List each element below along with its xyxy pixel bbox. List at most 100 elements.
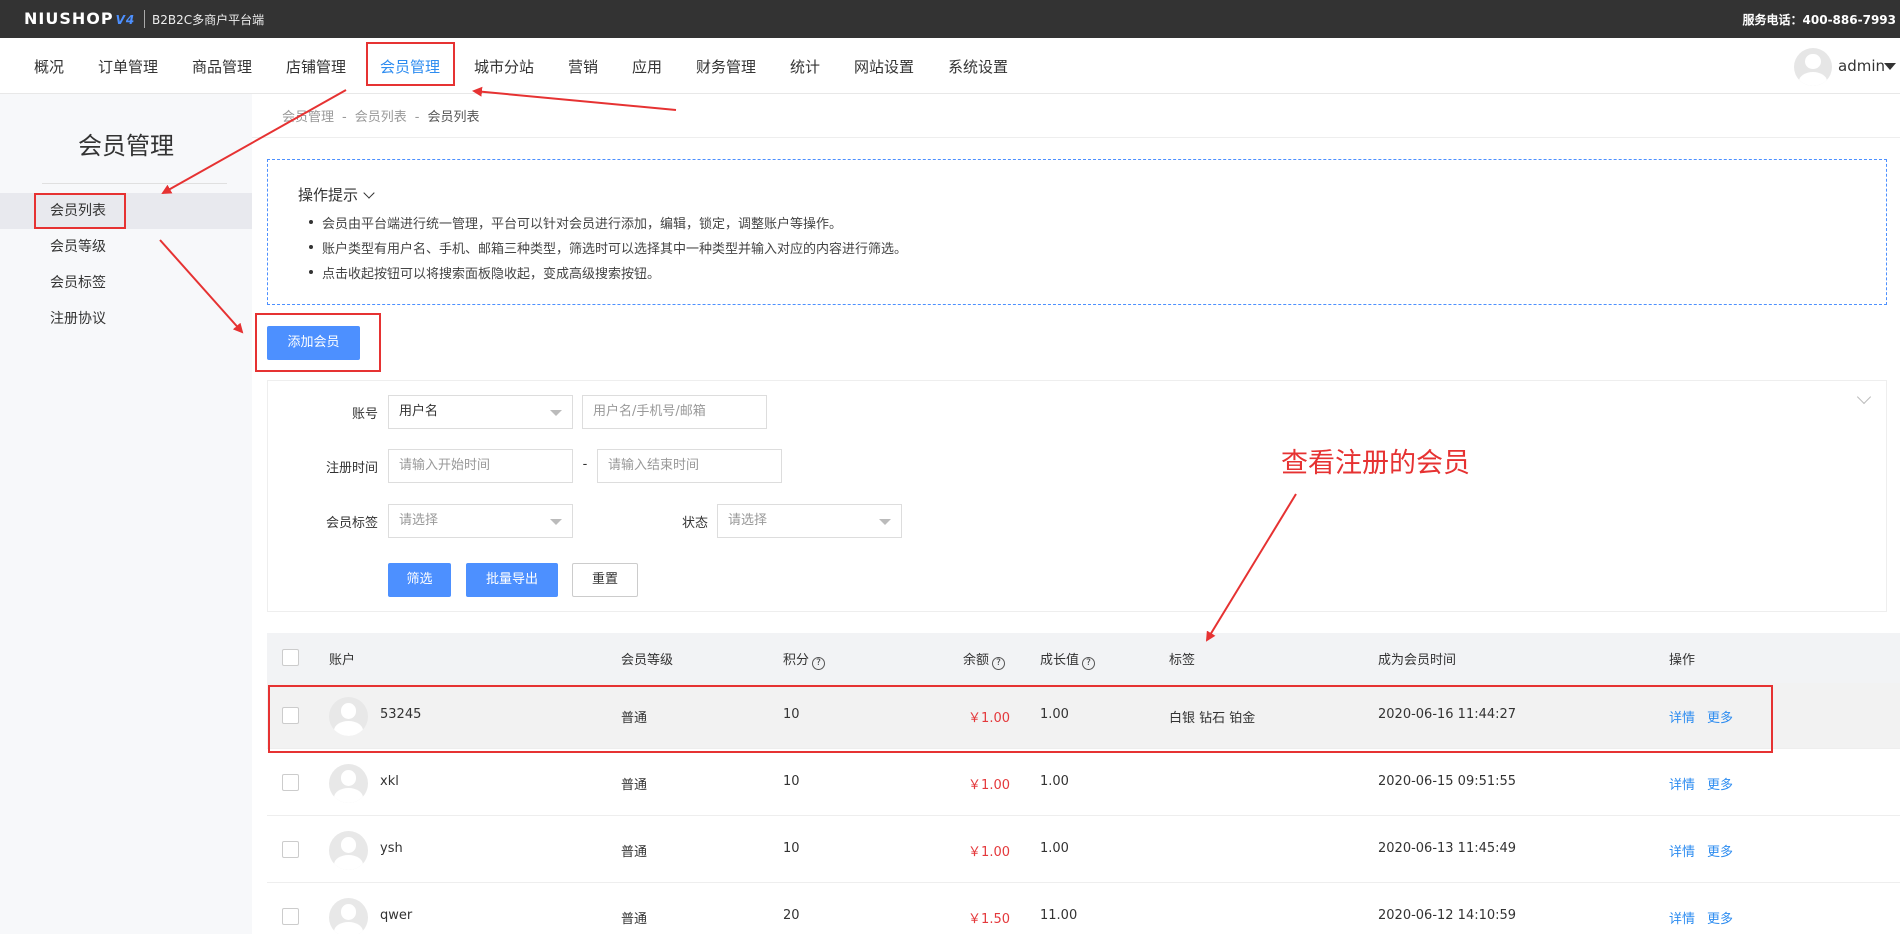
reset-button[interactable]: 重置	[572, 563, 638, 597]
cell-balance: ￥1.00	[968, 845, 1010, 860]
table-row: qwer 普通 20 ￥1.50 11.00 2020-06-12 14:10:…	[267, 884, 1900, 934]
annotation-box-nav	[366, 42, 455, 86]
register-time-label: 注册时间	[325, 461, 378, 476]
account-input[interactable]: 用户名/手机号/邮箱	[582, 395, 767, 429]
chevron-down-icon	[363, 187, 375, 199]
nav-goods[interactable]: 商品管理	[192, 56, 252, 77]
select-all-checkbox[interactable]	[282, 649, 299, 666]
nav-shops[interactable]: 店铺管理	[286, 56, 346, 77]
nav-finance[interactable]: 财务管理	[696, 56, 756, 77]
row-checkbox[interactable]	[282, 841, 299, 858]
nav-marketing[interactable]: 营销	[568, 56, 598, 77]
cell-join-time: 2020-06-13 11:45:49	[1378, 841, 1517, 856]
row-checkbox[interactable]	[282, 774, 299, 791]
nav-orders[interactable]: 订单管理	[98, 56, 158, 77]
tip-item: 账户类型有用户名、手机、邮箱三种类型，筛选时可以选择其中一种类型并输入对应的内容…	[308, 238, 907, 263]
th-actions: 操作	[1669, 653, 1696, 668]
nav-website-settings[interactable]: 网站设置	[854, 56, 914, 77]
th-balance: 余额?	[963, 649, 1006, 670]
more-link[interactable]: 更多	[1707, 841, 1733, 860]
table-row: xkl 普通 10 ￥1.00 1.00 2020-06-15 09:51:55…	[267, 750, 1900, 816]
help-icon[interactable]: ?	[1082, 657, 1096, 670]
cell-level: 普通	[621, 845, 648, 860]
caret-down-icon	[550, 410, 562, 416]
help-icon[interactable]: ?	[812, 657, 826, 670]
account-label: 账号	[351, 407, 378, 422]
th-level: 会员等级	[621, 653, 674, 668]
detail-link[interactable]: 详情	[1669, 908, 1695, 927]
annotation-box-add-button	[255, 313, 381, 372]
logo[interactable]: NIUSHOP V4	[24, 9, 135, 28]
nav-statistics[interactable]: 统计	[790, 56, 820, 77]
detail-link[interactable]: 详情	[1669, 841, 1695, 860]
cell-balance: ￥1.50	[968, 912, 1010, 927]
breadcrumb: 会员管理 - 会员列表 - 会员列表	[282, 110, 480, 125]
nav-overview[interactable]: 概况	[34, 56, 64, 77]
cell-account: qwer	[380, 908, 413, 923]
annotation-label: 查看注册的会员	[1281, 448, 1470, 479]
status-label: 状态	[681, 516, 708, 531]
avatar	[329, 831, 368, 870]
batch-export-button[interactable]: 批量导出	[466, 563, 558, 597]
member-tag-select[interactable]: 请选择	[388, 504, 573, 538]
avatar	[329, 898, 368, 934]
cell-points: 10	[783, 841, 800, 856]
breadcrumb-divider	[252, 137, 1900, 138]
end-time-input[interactable]: 请输入结束时间	[597, 449, 782, 483]
logo-divider	[144, 10, 145, 28]
caret-down-icon[interactable]	[1884, 63, 1896, 70]
breadcrumb-item[interactable]: 会员列表	[355, 110, 407, 125]
cell-growth: 1.00	[1040, 774, 1069, 789]
sidebar-title: 会员管理	[78, 132, 174, 160]
cell-account: xkl	[380, 774, 399, 789]
start-time-input[interactable]: 请输入开始时间	[388, 449, 573, 483]
th-tags: 标签	[1169, 653, 1196, 668]
th-join-time: 成为会员时间	[1378, 653, 1457, 668]
main-nav: 概况 订单管理 商品管理 店铺管理 会员管理 城市分站 营销 应用 财务管理 统…	[0, 38, 1900, 94]
cell-join-time: 2020-06-12 14:10:59	[1378, 908, 1517, 923]
cell-account: ysh	[380, 841, 403, 856]
cell-level: 普通	[621, 912, 648, 927]
more-link[interactable]: 更多	[1707, 774, 1733, 793]
operation-tips: 操作提示 会员由平台端进行统一管理，平台可以针对会员进行添加，编辑，锁定，调整账…	[267, 159, 1887, 305]
sidebar-item-member-level[interactable]: 会员等级	[0, 229, 252, 265]
cell-growth: 11.00	[1040, 908, 1078, 923]
filter-button[interactable]: 筛选	[388, 563, 451, 597]
nav-apps[interactable]: 应用	[632, 56, 662, 77]
platform-subtitle: B2B2C多商户平台端	[152, 13, 265, 27]
th-points: 积分?	[783, 649, 826, 670]
tip-item: 会员由平台端进行统一管理，平台可以针对会员进行添加，编辑，锁定，调整账户等操作。	[308, 213, 907, 238]
nav-system-settings[interactable]: 系统设置	[948, 56, 1008, 77]
cell-join-time: 2020-06-15 09:51:55	[1378, 774, 1517, 789]
top-bar: NIUSHOP V4 B2B2C多商户平台端 服务电话：400-886-7993	[0, 0, 1900, 38]
caret-down-icon	[550, 519, 562, 525]
more-link[interactable]: 更多	[1707, 908, 1733, 927]
tips-toggle[interactable]: 操作提示	[298, 184, 375, 205]
detail-link[interactable]: 详情	[1669, 774, 1695, 793]
service-phone: 服务电话：400-886-7993	[1742, 13, 1896, 27]
member-tag-label: 会员标签	[325, 516, 378, 531]
annotation-box-row	[268, 685, 1773, 753]
breadcrumb-current: 会员列表	[427, 110, 480, 125]
annotation-box-sidebar	[34, 193, 126, 229]
th-growth: 成长值?	[1040, 649, 1096, 670]
range-separator: -	[582, 457, 588, 472]
table-row: ysh 普通 10 ￥1.00 1.00 2020-06-13 11:45:49…	[267, 817, 1900, 883]
cell-balance: ￥1.00	[968, 778, 1010, 793]
account-type-select[interactable]: 用户名	[388, 395, 573, 429]
status-select[interactable]: 请选择	[717, 504, 902, 538]
user-name[interactable]: admin	[1838, 57, 1885, 75]
sidebar-item-register-agreement[interactable]: 注册协议	[0, 301, 252, 337]
row-checkbox[interactable]	[282, 908, 299, 925]
sidebar-item-member-tags[interactable]: 会员标签	[0, 265, 252, 301]
tip-item: 点击收起按钮可以将搜索面板隐收起，变成高级搜索按钮。	[308, 263, 907, 288]
avatar	[329, 764, 368, 803]
help-icon[interactable]: ?	[992, 657, 1006, 670]
breadcrumb-item[interactable]: 会员管理	[282, 110, 334, 125]
tips-list: 会员由平台端进行统一管理，平台可以针对会员进行添加，编辑，锁定，调整账户等操作。…	[308, 213, 907, 288]
table-header: 账户 会员等级 积分? 余额? 成长值? 标签 成为会员时间 操作	[267, 633, 1900, 683]
cell-points: 20	[783, 908, 800, 923]
nav-city-sites[interactable]: 城市分站	[474, 56, 534, 77]
cell-points: 10	[783, 774, 800, 789]
user-avatar[interactable]	[1794, 48, 1832, 86]
